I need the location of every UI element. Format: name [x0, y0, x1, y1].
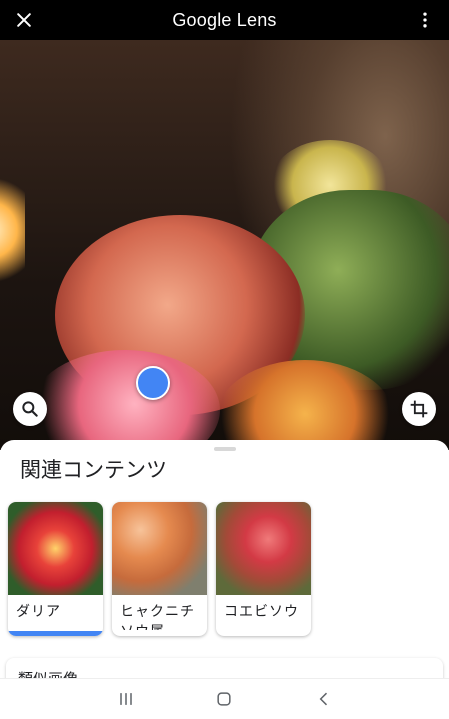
result-card-zinnia[interactable]: ヒャクニチソウ属: [112, 502, 207, 636]
crop-icon: [410, 400, 428, 418]
selected-indicator: [8, 631, 103, 636]
similar-images-card[interactable]: 類似画像: [6, 658, 443, 678]
home-icon[interactable]: [214, 689, 234, 709]
captured-photo[interactable]: [0, 40, 449, 450]
result-label: コエビソウ: [224, 604, 299, 620]
similar-images-title: 類似画像: [18, 668, 78, 678]
search-button[interactable]: [13, 392, 47, 426]
app-title: Google Lens: [172, 10, 277, 30]
result-thumbnail: [8, 502, 103, 595]
crop-button[interactable]: [402, 392, 436, 426]
search-icon: [22, 401, 38, 417]
lamp-light: [0, 170, 25, 290]
more-vert-icon[interactable]: [415, 10, 435, 30]
result-card-dahlia[interactable]: ダリア: [8, 502, 103, 636]
result-card-shrimp-plant[interactable]: コエビソウ: [216, 502, 311, 636]
result-label: ヒャクニチソウ属: [120, 604, 195, 630]
system-nav-bar: [0, 678, 449, 719]
recents-icon[interactable]: [116, 689, 136, 709]
section-title: 関連コンテンツ: [20, 458, 167, 482]
result-thumbnail: [112, 502, 207, 595]
result-cards: ダリア ヒャクニチソウ属 コエビソウ: [8, 502, 449, 638]
top-app-bar: Google Lens: [0, 0, 449, 40]
drag-handle[interactable]: [214, 447, 236, 451]
result-label: ダリア: [16, 604, 61, 620]
result-thumbnail: [216, 502, 311, 595]
back-icon[interactable]: [314, 689, 334, 709]
results-sheet[interactable]: 関連コンテンツ ダリア ヒャクニチソウ属 コエビソウ 類似画像: [0, 440, 449, 678]
focus-point-marker[interactable]: [136, 366, 170, 400]
